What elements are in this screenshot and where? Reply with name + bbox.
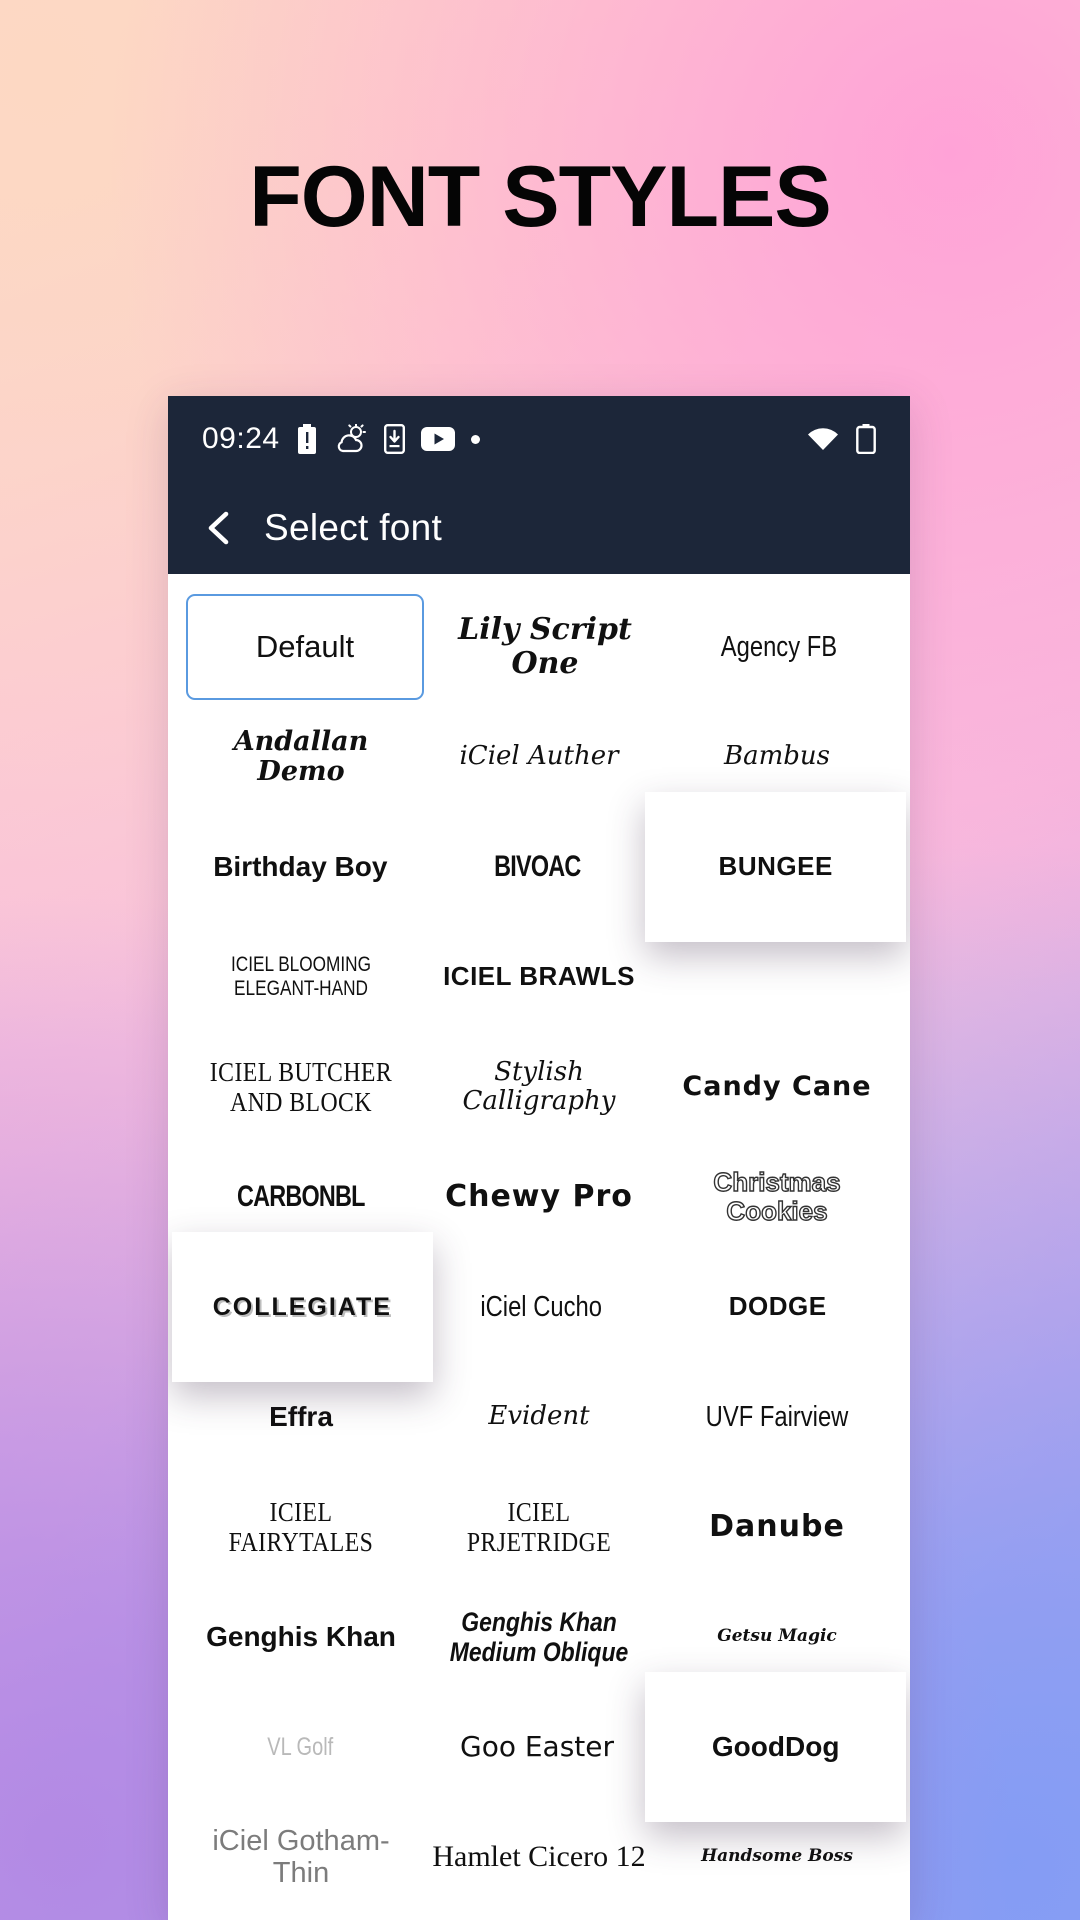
font-option-label: Bambus bbox=[724, 741, 830, 772]
font-option[interactable]: ICIEL FAIRYTALES bbox=[182, 1472, 420, 1582]
font-option-label: ICIEL FAIRYTALES bbox=[228, 1496, 374, 1557]
font-option-label: ICIEL BRAWLS bbox=[443, 961, 635, 992]
app-toolbar: Select font bbox=[168, 482, 910, 574]
font-option-highlighted[interactable]: GoodDog bbox=[645, 1672, 907, 1822]
font-option[interactable]: ICIEL PRJETRIDGE bbox=[420, 1472, 658, 1582]
font-option[interactable]: iCiel Auther bbox=[420, 702, 658, 812]
font-option-label: COLLEGIATE bbox=[212, 1293, 392, 1321]
font-option-label: Genghis Khan bbox=[206, 1621, 396, 1653]
font-row: COLLEGIATE iCiel Cucho DODGE bbox=[172, 1232, 896, 1382]
font-option-label: Default bbox=[255, 628, 355, 664]
page-title: FONT STYLES bbox=[249, 149, 831, 245]
font-row: ICIEL FAIRYTALES ICIEL PRJETRIDGE Danube bbox=[182, 1472, 896, 1582]
font-option-label: Candy Cane bbox=[682, 1070, 872, 1102]
status-bar: 09:24 bbox=[168, 396, 910, 482]
font-option-label: ICIEL BUTCHER AND BLOCK bbox=[209, 1056, 393, 1117]
font-option[interactable]: Hamlet Cicero 12 bbox=[420, 1802, 658, 1912]
font-option[interactable]: Default bbox=[186, 594, 424, 700]
font-option-label: ICIEL BLOOMING ELEGANT-HAND bbox=[230, 953, 372, 1000]
phone-mockup: 09:24 Select font Default Lily Script On… bbox=[168, 396, 910, 1920]
font-option-label: iCiel Cucho bbox=[480, 1290, 602, 1323]
font-option-label: Goo Easter bbox=[460, 1730, 615, 1764]
battery-icon bbox=[856, 424, 876, 454]
font-option-label: UVF Fairview bbox=[705, 1400, 849, 1433]
font-option[interactable]: ICIEL BLOOMING ELEGANT-HAND bbox=[182, 922, 420, 1032]
font-option-label: Lily Script One bbox=[458, 612, 632, 681]
font-option[interactable]: Genghis Khan Medium Oblique bbox=[420, 1582, 658, 1692]
font-option[interactable]: Chewy Pro bbox=[420, 1142, 658, 1252]
font-option[interactable]: Evident bbox=[420, 1362, 658, 1472]
font-option-highlighted[interactable]: COLLEGIATE bbox=[172, 1232, 433, 1382]
font-row: VL Golf Goo Easter GoodDog bbox=[182, 1672, 907, 1822]
font-option-highlighted[interactable]: BUNGEE bbox=[645, 792, 907, 942]
font-option-label: DODGE bbox=[728, 1291, 827, 1322]
font-option-label: Chewy Pro bbox=[445, 1179, 633, 1215]
font-option-label: Stylish Calligraphy bbox=[462, 1056, 616, 1116]
status-bar-clock: 09:24 bbox=[202, 422, 280, 455]
font-option-label: Genghis Khan Medium Oblique bbox=[449, 1606, 629, 1667]
weather-partly-cloudy-icon bbox=[334, 424, 368, 454]
font-row: Birthday Boy BIVOAC BUNGEE bbox=[182, 792, 907, 942]
font-option-label: Hamlet Cicero 12 bbox=[432, 1840, 646, 1874]
font-option[interactable]: Lily Script One bbox=[428, 592, 662, 702]
font-option-label: BUNGEE bbox=[718, 851, 833, 882]
status-bar-right bbox=[806, 424, 876, 454]
overflow-dot-icon bbox=[470, 434, 480, 444]
font-option-label: BIVOAC bbox=[493, 850, 581, 884]
font-option[interactable]: Stylish Calligraphy bbox=[420, 1032, 658, 1142]
font-option[interactable]: Goo Easter bbox=[419, 1692, 656, 1802]
font-row: ICIEL BUTCHER AND BLOCK Stylish Calligra… bbox=[182, 1032, 896, 1142]
font-option[interactable]: ICIEL BUTCHER AND BLOCK bbox=[182, 1032, 420, 1142]
font-option[interactable]: DODGE bbox=[659, 1252, 896, 1362]
font-option[interactable]: Candy Cane bbox=[658, 1032, 896, 1142]
font-option[interactable]: BIVOAC bbox=[419, 812, 656, 922]
font-option[interactable]: ICIEL BRAWLS bbox=[420, 922, 658, 1032]
font-option-label: Agency FB bbox=[720, 630, 838, 663]
font-list: Default Lily Script One Agency FB Andall… bbox=[168, 574, 910, 1912]
font-option-label: Effra bbox=[269, 1401, 333, 1433]
font-option[interactable]: Birthday Boy bbox=[182, 812, 419, 922]
font-option[interactable]: Andallan Demo bbox=[182, 702, 420, 812]
font-option[interactable]: Christmas Cookies bbox=[658, 1142, 896, 1252]
font-option[interactable]: iCiel Gotham-Thin bbox=[182, 1802, 420, 1912]
font-option-label: iCiel Gotham-Thin bbox=[212, 1824, 390, 1889]
font-option[interactable]: Danube bbox=[658, 1472, 896, 1582]
font-option-label: Christmas Cookies bbox=[713, 1166, 842, 1227]
font-option-label: GoodDog bbox=[711, 1731, 840, 1763]
font-option-label: VL Golf bbox=[267, 1733, 334, 1761]
font-option[interactable]: VL Golf bbox=[182, 1692, 419, 1802]
font-option-label: Handsome Boss bbox=[701, 1846, 853, 1867]
font-option[interactable]: Agency FB bbox=[662, 592, 896, 702]
wifi-icon bbox=[806, 426, 840, 452]
font-option[interactable]: iCiel Cucho bbox=[423, 1252, 660, 1362]
back-chevron-icon[interactable] bbox=[202, 511, 236, 545]
status-bar-left: 09:24 bbox=[202, 422, 480, 456]
youtube-icon bbox=[420, 427, 455, 451]
font-option-label: Andallan Demo bbox=[233, 725, 369, 787]
font-option-label: ICIEL PRJETRIDGE bbox=[466, 1496, 612, 1557]
font-option[interactable]: UVF Fairview bbox=[658, 1362, 896, 1472]
font-option-label: iCiel Auther bbox=[459, 741, 619, 772]
toolbar-title: Select font bbox=[264, 507, 443, 548]
font-option[interactable]: Genghis Khan bbox=[182, 1582, 420, 1692]
font-option-label: Danube bbox=[709, 1509, 845, 1545]
battery-alert-icon bbox=[296, 424, 318, 454]
font-option-label: Getsu Magic bbox=[717, 1626, 837, 1647]
font-option-label: Birthday Boy bbox=[213, 851, 388, 883]
download-to-phone-icon bbox=[383, 424, 405, 454]
font-option-label: CARBONBL bbox=[237, 1180, 365, 1214]
font-option-label: Evident bbox=[488, 1401, 590, 1432]
font-row: Default Lily Script One Agency FB bbox=[182, 592, 896, 702]
